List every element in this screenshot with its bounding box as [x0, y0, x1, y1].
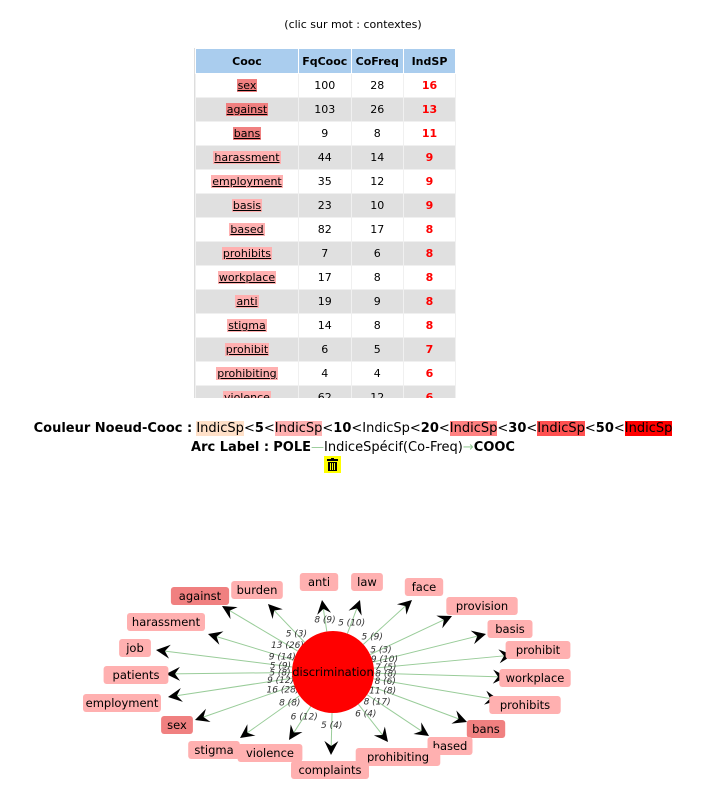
- edge-label: 5 (3): [370, 645, 391, 655]
- cooc-node[interactable]: prohibit: [505, 641, 571, 659]
- cooc-node[interactable]: against: [170, 587, 230, 605]
- cooc-node[interactable]: bans: [466, 720, 506, 738]
- node-label[interactable]: burden: [237, 583, 278, 597]
- edge-label: 8 (9): [314, 616, 335, 626]
- node-label[interactable]: bans: [472, 722, 500, 736]
- arrow-head: [289, 724, 303, 740]
- node-label[interactable]: violence: [246, 746, 294, 760]
- node-label[interactable]: patients: [113, 668, 160, 682]
- edge-label: 5 (3): [286, 630, 307, 640]
- edge-label: 5 (10): [338, 618, 365, 628]
- node-label[interactable]: face: [412, 580, 437, 594]
- edge-label: 5 (4): [321, 721, 342, 731]
- cooc-node[interactable]: prohibits: [489, 696, 561, 714]
- node-label[interactable]: prohibit: [516, 643, 561, 657]
- node-label[interactable]: law: [357, 575, 377, 589]
- edge-label: 16 (28): [267, 685, 300, 695]
- cooc-node[interactable]: sex: [161, 716, 193, 734]
- cooc-node[interactable]: burden: [231, 581, 283, 599]
- node-label[interactable]: prohibiting: [367, 750, 429, 764]
- node-label[interactable]: provision: [456, 599, 508, 613]
- arrow-head: [413, 722, 429, 736]
- node-label[interactable]: sex: [167, 718, 187, 732]
- cooc-node[interactable]: face: [404, 578, 444, 596]
- node-label[interactable]: harassment: [132, 615, 201, 629]
- edge-label: 9 (14): [269, 653, 296, 663]
- cooc-node[interactable]: provision: [446, 597, 518, 615]
- cooc-node[interactable]: anti: [299, 573, 339, 591]
- arrow-head: [222, 606, 238, 620]
- edge-label: 8 (8): [279, 699, 300, 709]
- cooc-node[interactable]: job: [119, 639, 151, 657]
- node-label[interactable]: basis: [495, 622, 525, 636]
- cooc-node[interactable]: harassment: [127, 613, 205, 631]
- cooc-node[interactable]: violence: [237, 744, 303, 762]
- node-label[interactable]: anti: [308, 575, 330, 589]
- cooc-node[interactable]: workplace: [499, 669, 571, 687]
- arrow-head: [373, 726, 388, 742]
- cooc-node[interactable]: basis: [487, 620, 533, 638]
- node-label[interactable]: employment: [86, 696, 159, 710]
- edge-label: 6 (4): [355, 710, 376, 720]
- edge-label: 8 (6): [375, 677, 396, 687]
- cooc-node[interactable]: patients: [103, 666, 169, 684]
- edge-label: 8 (17): [364, 697, 391, 707]
- edge-label: 11 (8): [369, 687, 396, 697]
- node-label[interactable]: complaints: [298, 763, 361, 777]
- cooc-node[interactable]: complaints: [291, 761, 369, 779]
- node-label[interactable]: prohibits: [500, 698, 550, 712]
- node-label[interactable]: stigma: [194, 743, 233, 757]
- edge-label: 6 (12): [291, 712, 318, 722]
- node-label[interactable]: against: [179, 589, 222, 603]
- cooc-node[interactable]: employment: [83, 694, 161, 712]
- cooc-node[interactable]: stigma: [188, 741, 240, 759]
- cooc-graph: 13 (26)against5 (3)burden8 (9)anti5 (10)…: [83, 573, 571, 779]
- edge-label: 5 (9): [270, 661, 291, 671]
- node-label[interactable]: workplace: [506, 671, 565, 685]
- arrow-head: [240, 724, 256, 738]
- node-label[interactable]: job: [125, 641, 144, 655]
- cooc-node[interactable]: law: [351, 573, 383, 591]
- edge-label: 5 (9): [362, 632, 383, 642]
- pole-label[interactable]: discrimination: [292, 665, 374, 679]
